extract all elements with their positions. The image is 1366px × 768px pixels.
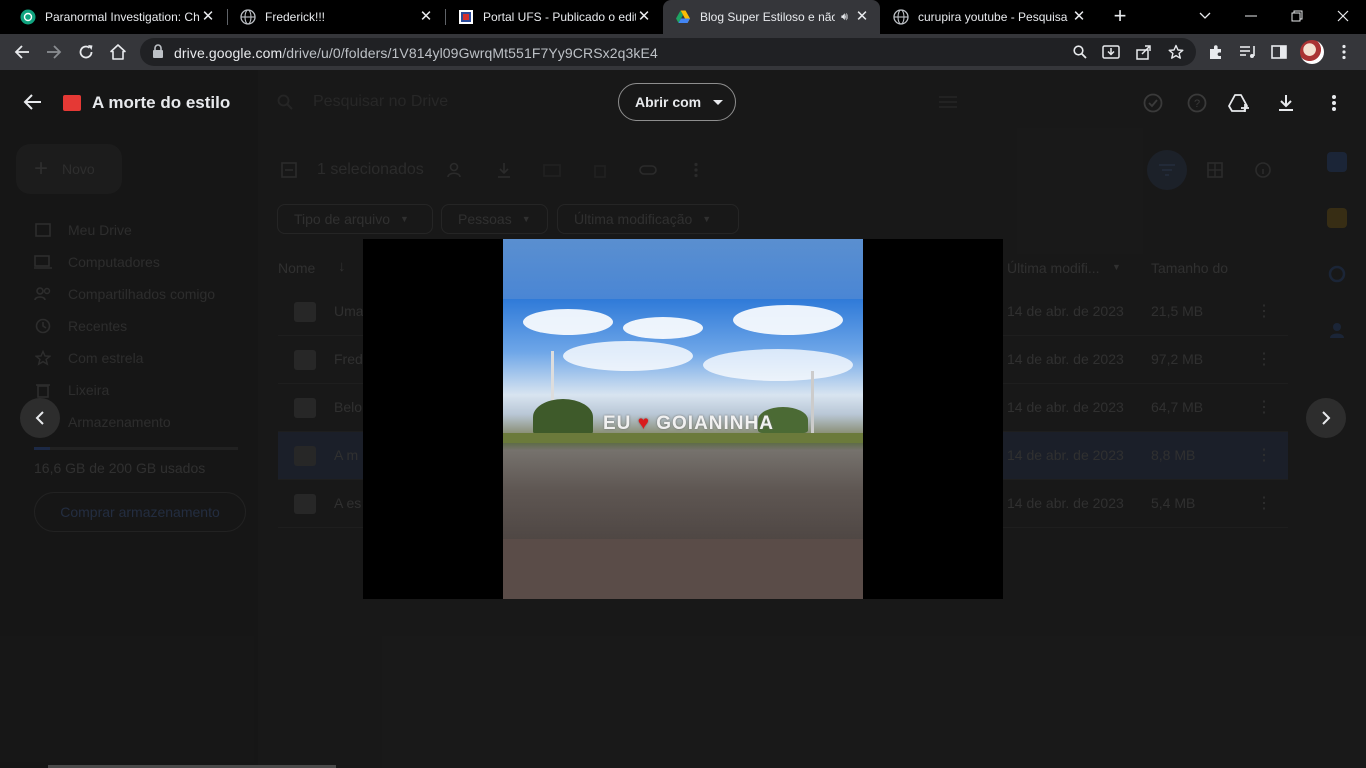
speaker-icon[interactable]: 🔊︎ [841,11,848,24]
previous-file-button[interactable] [20,398,60,438]
tab-title: curupira youtube - Pesquisa [918,10,1068,24]
svg-text:?: ? [1194,98,1200,110]
tab-title: Paranormal Investigation: Ch [45,10,200,24]
lock-icon[interactable] [152,44,166,60]
viewer-title: A morte do estilo [92,93,231,112]
street-pole [811,371,814,439]
globe-icon [240,9,256,25]
bookmark-star-icon[interactable] [1166,42,1186,62]
open-with-label: Abrir com [635,94,702,110]
open-with-button[interactable]: Abrir com [618,83,736,121]
minimize-button[interactable] [1228,0,1274,32]
caret-down-icon [713,99,724,105]
chrome-menu-icon[interactable] [1333,41,1355,63]
ufs-icon [458,9,474,25]
sign-text-eu: EU [603,413,632,434]
video-frame[interactable]: EU ♥ GOIANINHA [503,239,863,599]
back-icon[interactable] [10,40,34,64]
add-to-drive-icon[interactable] [1227,91,1251,115]
tab-blog-super-estiloso[interactable]: Blog Super Estiloso e não 🔊︎ ✕ [663,0,880,34]
install-app-icon[interactable] [1101,42,1121,62]
cloud [563,341,693,371]
cloud [703,349,853,381]
globe-icon [893,9,909,25]
side-panel-icon[interactable] [1268,41,1290,63]
video-bottom-band [503,539,863,599]
next-file-button[interactable] [1306,398,1346,438]
share-icon[interactable] [1134,42,1154,62]
zoom-search-icon[interactable] [1070,42,1090,62]
reload-icon[interactable] [74,40,98,64]
cloud [523,309,613,335]
home-icon[interactable] [106,40,130,64]
url-text[interactable]: drive.google.com/drive/u/0/folders/1V814… [174,45,658,61]
video-player[interactable]: EU ♥ GOIANINHA [363,239,1003,599]
tab-title: Frederick!!! [265,10,326,24]
cloud [733,305,843,335]
close-tab-icon[interactable]: ✕ [636,9,652,25]
back-arrow-icon[interactable] [22,92,44,114]
tree [533,399,593,435]
close-tab-icon[interactable]: ✕ [200,9,216,25]
more-options-icon[interactable] [1322,91,1346,115]
new-tab-button[interactable]: + [1108,5,1132,29]
tab-paranormal[interactable]: Paranormal Investigation: Ch ✕ [8,0,226,34]
url-path: /drive/u/0/folders/1V814yl09GwrqMt551F7Y… [282,45,658,61]
tab-frederick[interactable]: Frederick!!! ✕ [228,0,444,34]
video-thumbnail: EU ♥ GOIANINHA [503,299,863,539]
help-icon[interactable]: ? [1185,91,1209,115]
city-sign: EU ♥ GOIANINHA [603,413,774,435]
close-window-button[interactable] [1320,0,1366,32]
download-icon[interactable] [1274,91,1298,115]
url-domain: drive.google.com [174,45,283,61]
chatgpt-icon [20,9,36,25]
video-top-band [503,239,863,299]
forward-icon[interactable] [42,40,66,64]
tab-portal-ufs[interactable]: Portal UFS - Publicado o edit ✕ [446,0,662,34]
video-file-icon [63,95,81,111]
extensions-puzzle-icon[interactable] [1205,41,1227,63]
cloud [623,317,703,339]
drive-icon [675,9,691,25]
close-tab-icon[interactable]: ✕ [854,9,870,25]
tab-search-chevron-icon[interactable] [1182,0,1228,32]
chevron-left-icon [35,411,44,425]
media-control-icon[interactable] [1237,41,1259,63]
close-tab-icon[interactable]: ✕ [1071,9,1087,25]
sign-text-city: GOIANINHA [656,413,774,434]
task-check-icon[interactable] [1141,91,1165,115]
profile-avatar[interactable] [1300,40,1324,64]
tab-title: Blog Super Estiloso e não [700,10,836,24]
close-tab-icon[interactable]: ✕ [418,9,434,25]
chevron-right-icon [1322,411,1331,425]
tab-curupira[interactable]: curupira youtube - Pesquisa ✕ [881,0,1097,34]
tab-title: Portal UFS - Publicado o edit [483,10,636,24]
heart-icon: ♥ [637,413,650,434]
restore-button[interactable] [1274,0,1320,32]
